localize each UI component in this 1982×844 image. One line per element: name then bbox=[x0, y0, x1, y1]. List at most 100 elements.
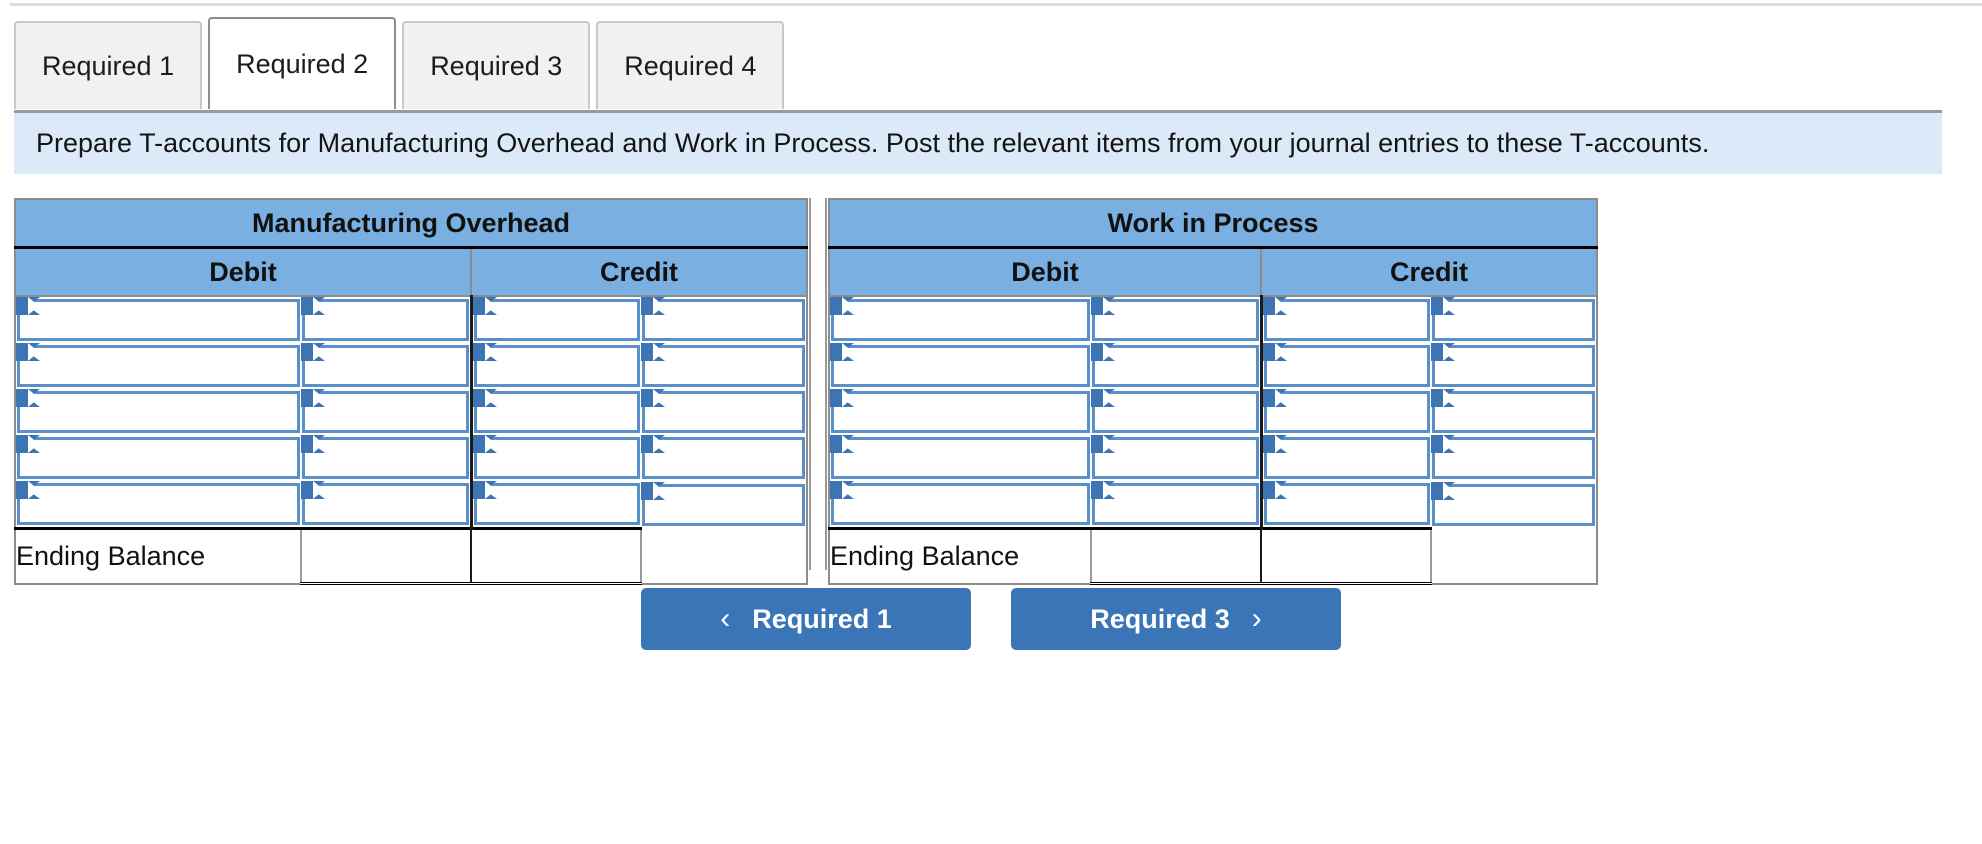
ending-balance-credit-cell[interactable] bbox=[1261, 527, 1432, 585]
debit-description-input[interactable] bbox=[17, 391, 300, 433]
credit-description-cell[interactable] bbox=[1431, 343, 1597, 389]
debit-amount-cell[interactable] bbox=[301, 296, 473, 343]
credit-description-input[interactable] bbox=[642, 345, 805, 387]
credit-amount-input[interactable] bbox=[1263, 345, 1430, 387]
debit-description-input[interactable] bbox=[831, 483, 1090, 525]
credit-description-input[interactable] bbox=[1432, 437, 1595, 479]
debit-amount-cell[interactable] bbox=[1091, 435, 1263, 481]
page-root: Required 1 Required 2 Required 3 Require… bbox=[0, 0, 1982, 844]
credit-description-cell[interactable] bbox=[1431, 296, 1597, 343]
credit-description-cell[interactable] bbox=[641, 389, 807, 435]
credit-description-cell[interactable] bbox=[641, 296, 807, 343]
tab-required-3[interactable]: Required 3 bbox=[402, 21, 591, 109]
debit-description-cell[interactable] bbox=[829, 481, 1091, 529]
credit-header: Credit bbox=[471, 247, 807, 297]
debit-description-input[interactable] bbox=[17, 299, 300, 341]
credit-description-cell[interactable] bbox=[641, 343, 807, 389]
credit-description-input[interactable] bbox=[1432, 483, 1595, 526]
credit-description-input[interactable] bbox=[1432, 299, 1595, 341]
credit-amount-input[interactable] bbox=[473, 299, 640, 341]
debit-credit-header-row: Debit Credit bbox=[15, 247, 807, 297]
credit-amount-cell[interactable] bbox=[471, 389, 641, 435]
credit-description-input[interactable] bbox=[642, 437, 805, 479]
debit-description-cell[interactable] bbox=[15, 296, 301, 343]
debit-amount-input[interactable] bbox=[1092, 345, 1259, 387]
credit-description-cell[interactable] bbox=[1431, 435, 1597, 481]
credit-amount-input[interactable] bbox=[1263, 437, 1430, 479]
credit-amount-cell[interactable] bbox=[1261, 389, 1431, 435]
credit-description-input[interactable] bbox=[642, 483, 805, 526]
credit-amount-cell[interactable] bbox=[471, 481, 641, 529]
debit-amount-input[interactable] bbox=[302, 391, 469, 433]
debit-description-input[interactable] bbox=[831, 299, 1090, 341]
credit-amount-cell[interactable] bbox=[471, 435, 641, 481]
credit-description-input[interactable] bbox=[1432, 391, 1595, 433]
credit-amount-input[interactable] bbox=[1263, 391, 1430, 433]
debit-description-cell[interactable] bbox=[15, 389, 301, 435]
tab-required-2[interactable]: Required 2 bbox=[208, 17, 397, 109]
ending-balance-debit-cell[interactable] bbox=[1091, 527, 1262, 585]
debit-amount-cell[interactable] bbox=[301, 481, 473, 529]
debit-amount-cell[interactable] bbox=[301, 389, 473, 435]
credit-amount-input[interactable] bbox=[473, 437, 640, 479]
debit-description-input[interactable] bbox=[831, 437, 1090, 479]
credit-amount-input[interactable] bbox=[473, 391, 640, 433]
debit-amount-input[interactable] bbox=[302, 437, 469, 479]
credit-amount-cell[interactable] bbox=[471, 343, 641, 389]
debit-description-input[interactable] bbox=[831, 345, 1090, 387]
debit-amount-input[interactable] bbox=[1092, 299, 1259, 341]
debit-description-cell[interactable] bbox=[829, 435, 1091, 481]
prev-required-button[interactable]: ‹ Required 1 bbox=[641, 588, 971, 650]
credit-amount-input[interactable] bbox=[1263, 299, 1430, 341]
credit-description-cell[interactable] bbox=[1431, 389, 1597, 435]
credit-header: Credit bbox=[1261, 247, 1597, 297]
table-row bbox=[15, 296, 807, 343]
debit-description-cell[interactable] bbox=[829, 389, 1091, 435]
debit-description-input[interactable] bbox=[17, 437, 300, 479]
credit-amount-input[interactable] bbox=[1263, 483, 1430, 525]
credit-description-input[interactable] bbox=[1432, 345, 1595, 387]
debit-amount-cell[interactable] bbox=[1091, 389, 1263, 435]
next-required-button[interactable]: Required 3 › bbox=[1011, 588, 1341, 650]
credit-amount-cell[interactable] bbox=[1261, 435, 1431, 481]
credit-description-input[interactable] bbox=[642, 391, 805, 433]
debit-amount-cell[interactable] bbox=[1091, 296, 1263, 343]
ending-balance-debit-cell[interactable] bbox=[301, 527, 472, 585]
debit-amount-input[interactable] bbox=[1092, 391, 1259, 433]
debit-description-input[interactable] bbox=[17, 483, 300, 525]
table-row bbox=[829, 435, 1597, 481]
debit-header: Debit bbox=[829, 247, 1262, 297]
credit-amount-input[interactable] bbox=[473, 483, 640, 525]
credit-amount-input[interactable] bbox=[473, 345, 640, 387]
debit-amount-input[interactable] bbox=[302, 345, 469, 387]
debit-amount-input[interactable] bbox=[1092, 483, 1259, 525]
debit-amount-cell[interactable] bbox=[301, 343, 473, 389]
credit-description-cell[interactable] bbox=[641, 435, 807, 481]
credit-amount-cell[interactable] bbox=[1261, 481, 1431, 529]
credit-amount-cell[interactable] bbox=[1261, 296, 1431, 343]
debit-amount-cell[interactable] bbox=[301, 435, 473, 481]
debit-description-cell[interactable] bbox=[15, 481, 301, 529]
debit-description-cell[interactable] bbox=[829, 343, 1091, 389]
debit-amount-cell[interactable] bbox=[1091, 343, 1263, 389]
tab-required-1[interactable]: Required 1 bbox=[14, 21, 203, 109]
debit-amount-cell[interactable] bbox=[1091, 481, 1263, 529]
tab-required-4[interactable]: Required 4 bbox=[596, 21, 785, 109]
debit-description-input[interactable] bbox=[17, 345, 300, 387]
credit-description-cell[interactable] bbox=[641, 481, 807, 529]
ending-balance-label: Ending Balance bbox=[829, 527, 1092, 584]
table-row bbox=[15, 435, 807, 481]
debit-amount-input[interactable] bbox=[302, 299, 469, 341]
credit-amount-cell[interactable] bbox=[1261, 343, 1431, 389]
debit-description-cell[interactable] bbox=[829, 296, 1091, 343]
debit-description-cell[interactable] bbox=[15, 343, 301, 389]
instruction-text: Prepare T-accounts for Manufacturing Ove… bbox=[36, 128, 1710, 158]
debit-amount-input[interactable] bbox=[1092, 437, 1259, 479]
debit-description-cell[interactable] bbox=[15, 435, 301, 481]
credit-amount-cell[interactable] bbox=[471, 296, 641, 343]
credit-description-input[interactable] bbox=[642, 299, 805, 341]
ending-balance-credit-cell[interactable] bbox=[471, 527, 642, 585]
credit-description-cell[interactable] bbox=[1431, 481, 1597, 529]
debit-amount-input[interactable] bbox=[302, 483, 469, 525]
debit-description-input[interactable] bbox=[831, 391, 1090, 433]
